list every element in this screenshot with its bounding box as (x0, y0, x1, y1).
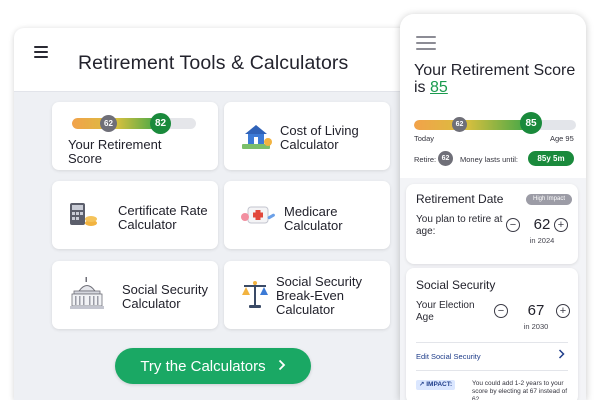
cta-label: Try the Calculators (140, 357, 266, 375)
tile-label: Social Security Calculator (122, 282, 208, 311)
tile-label: Medicare Calculator (284, 204, 343, 233)
try-calculators-button[interactable]: Try the Calculators (115, 348, 311, 384)
calculator-coins-icon (68, 201, 98, 234)
divider (416, 370, 568, 371)
phone-score-section: Your Retirement Score is 85 62 85 Today … (400, 14, 586, 178)
menu-icon[interactable] (34, 46, 48, 58)
chevron-right-icon (278, 358, 286, 375)
score-high-badge: 82 (150, 113, 171, 134)
election-age-prompt: Your Election Age (416, 300, 475, 323)
cost-of-living-tile[interactable]: Cost of Living Calculator (224, 102, 390, 170)
card-title: Retirement Date (416, 192, 504, 206)
impact-tag: ↗ IMPACT: (416, 380, 456, 390)
balance-scale-icon (240, 279, 270, 316)
card-title: Social Security (416, 278, 496, 292)
election-age-increment[interactable]: + (556, 304, 570, 318)
scale-end-label: Age 95 (550, 134, 574, 143)
high-impact-badge: High Impact (526, 194, 572, 205)
capitol-building-icon (68, 277, 106, 316)
divider (416, 342, 568, 343)
tile-label: Social Security Break-Even Calculator (276, 274, 362, 317)
retirement-score-tile[interactable]: 62 82 Your Retirement Score (52, 102, 218, 170)
score-progress-bar (72, 118, 196, 129)
election-age-value: 67 (527, 302, 545, 319)
social-security-tile[interactable]: Social Security Calculator (52, 261, 218, 329)
score-value-link[interactable]: 85 (430, 79, 448, 96)
retirement-date-card: Retirement Date High Impact You plan to … (406, 184, 578, 264)
menu-icon[interactable] (416, 36, 436, 50)
break-even-tile[interactable]: Social Security Break-Even Calculator (224, 261, 390, 329)
money-lasts-value: 85y 5m (528, 151, 574, 166)
score-progress-bar (414, 120, 576, 130)
certificate-rate-tile[interactable]: Certificate Rate Calculator (52, 181, 218, 249)
house-cash-icon (240, 122, 274, 155)
impact-text: You could add 1-2 years to your score by… (472, 380, 568, 400)
edit-social-security-link[interactable]: Edit Social Security (416, 352, 481, 361)
score-heading: Your Retirement Score is 85 (414, 62, 586, 96)
election-year: in 2030 (523, 322, 549, 331)
phone-panel: Your Retirement Score is 85 62 85 Today … (400, 14, 586, 400)
social-security-card: Social Security Your Election Age − 67 +… (406, 268, 578, 400)
tile-label: Your Retirement Score (68, 137, 162, 166)
desktop-panel: Retirement Tools & Calculators 62 82 You… (14, 28, 414, 400)
medicare-tile[interactable]: Medicare Calculator (224, 181, 390, 249)
medical-kit-icon (240, 203, 276, 234)
retire-age-prompt: You plan to retire at age: (416, 214, 503, 237)
score-low-badge: 62 (100, 115, 117, 132)
chevron-right-icon[interactable] (558, 348, 565, 362)
score-low-badge: 62 (452, 117, 467, 132)
desktop-header: Retirement Tools & Calculators (14, 28, 414, 92)
retire-age-badge: 62 (438, 151, 453, 166)
tile-label: Cost of Living Calculator (280, 123, 359, 152)
election-age-decrement[interactable]: − (494, 304, 508, 318)
scale-start-label: Today (414, 134, 435, 143)
retire-year: in 2024 (529, 236, 555, 245)
score-high-badge: 85 (520, 112, 542, 134)
retire-age-increment[interactable]: + (554, 218, 568, 232)
retire-age-decrement[interactable]: − (506, 218, 520, 232)
money-lasts-label: Money lasts until: (460, 155, 518, 164)
page-title: Retirement Tools & Calculators (78, 52, 349, 74)
tile-label: Certificate Rate Calculator (118, 203, 208, 232)
retire-label: Retire: (414, 155, 437, 164)
score-progress-fill (414, 120, 531, 130)
